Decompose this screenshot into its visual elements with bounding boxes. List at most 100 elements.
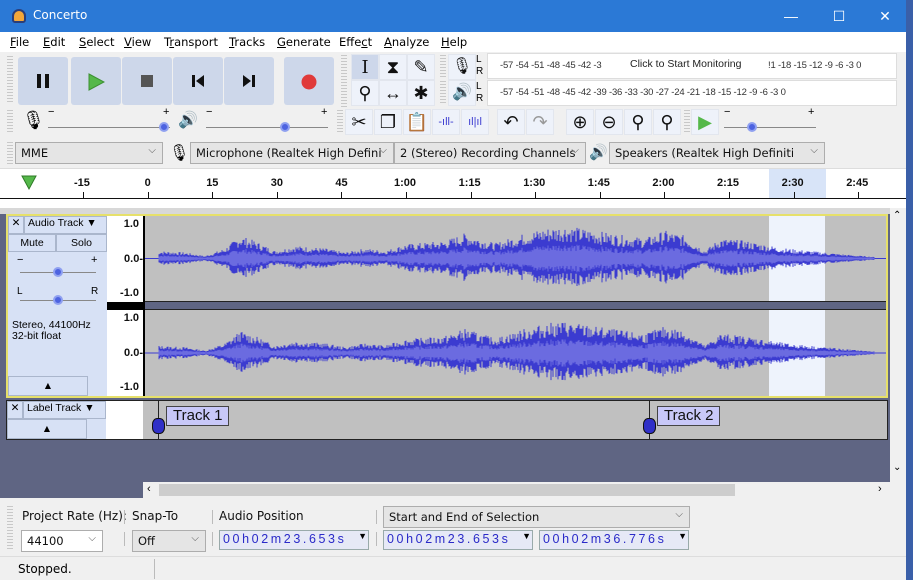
close-track-button[interactable]: ✕ (8, 216, 24, 234)
label-1-handle[interactable] (152, 418, 165, 434)
record-button[interactable] (284, 57, 334, 105)
envelope-tool[interactable]: ⧗ (379, 54, 407, 80)
playback-meter[interactable]: L R -57 -54 -51 -48 -45 -42 -39 -36 -33 … (476, 80, 897, 106)
playback-device-select[interactable]: Speakers (Realtek High Definiti ⌵ (609, 142, 825, 164)
scale-zero-label: 0.0- (124, 347, 143, 359)
menu-tracks[interactable]: Tracks (229, 35, 265, 49)
label-2-handle[interactable] (643, 418, 656, 434)
cut-button[interactable]: ✂ (345, 109, 373, 135)
dropdown-triangle-icon[interactable]: ▼ (358, 531, 367, 541)
menu-file[interactable]: File (10, 35, 29, 49)
copy-button[interactable]: ❐ (374, 109, 402, 135)
menu-view[interactable]: View (124, 35, 151, 49)
recording-channels-select[interactable]: 2 (Stereo) Recording Channels ⌵ (394, 142, 586, 164)
menu-generate[interactable]: Generate (277, 35, 331, 49)
snap-to-select[interactable]: Off ⌵ (132, 530, 206, 552)
skip-to-end-button[interactable] (224, 57, 274, 105)
zoom-tool[interactable]: ⚲ (351, 80, 379, 106)
maximize-button[interactable]: ☐ (816, 0, 862, 32)
right-channel-waveform[interactable] (145, 310, 886, 396)
toolbar-grip[interactable] (7, 56, 13, 104)
redo-button[interactable]: ↷ (526, 109, 554, 135)
scroll-right-icon[interactable]: › (878, 483, 882, 495)
mixer-grip[interactable] (7, 110, 13, 134)
pause-button[interactable] (18, 57, 68, 105)
selection-mode-select[interactable]: Start and End of Selection ⌵ (383, 506, 690, 528)
scroll-left-icon[interactable]: ‹ (147, 483, 151, 495)
project-rate-select[interactable]: 44100 ⌵ (21, 530, 103, 552)
audio-position-field[interactable]: 00h02m23.653s ▼ (219, 530, 369, 550)
trim-button[interactable]: -ıll- (432, 109, 460, 135)
record-meter[interactable]: L R -57 -54 -51 -48 -45 -42 -3 Click to … (476, 53, 897, 79)
play-button[interactable] (71, 57, 121, 105)
menu-help[interactable]: Help (441, 35, 467, 49)
tools-grip[interactable] (341, 55, 347, 107)
time-shift-tool[interactable]: ↔ (379, 80, 407, 106)
stop-button[interactable] (122, 57, 172, 105)
menu-transport[interactable]: Transport (164, 35, 218, 49)
play-at-speed-button[interactable]: ▶ (691, 109, 719, 135)
selection-toolbar: Project Rate (Hz): Snap-To Audio Positio… (0, 498, 906, 556)
collapse-track-button[interactable]: ▲ (8, 376, 88, 396)
vertical-scrollbar[interactable]: ⌃ ⌄ (890, 208, 906, 482)
edit-grip[interactable] (337, 110, 343, 134)
recording-device-select[interactable]: Microphone (Realtek High Defini ⌵ (190, 142, 394, 164)
play-at-speed-grip[interactable] (684, 110, 690, 134)
record-volume-thumb[interactable] (158, 122, 169, 132)
zoom-out-button[interactable]: ⊖ (595, 109, 623, 135)
silence-button[interactable]: ıl|ıl (461, 109, 489, 135)
play-head-icon[interactable] (20, 174, 38, 192)
gain-slider-thumb[interactable] (53, 267, 63, 277)
solo-button[interactable]: Solo (56, 234, 107, 252)
selection-toolbar-grip[interactable] (7, 506, 13, 550)
audio-host-select[interactable]: MME ⌵ (15, 142, 163, 164)
dropdown-triangle-icon[interactable]: ▼ (522, 531, 531, 541)
horizontal-scrollbar[interactable]: ‹ › (143, 482, 890, 498)
left-channel-waveform[interactable] (145, 216, 886, 301)
timeline-ruler[interactable]: -15 0 15 30 45 1:00 1:15 1:30 1:45 2:00 2:15 2:30 2:… (0, 168, 906, 208)
minimize-button[interactable]: — (768, 0, 814, 32)
audio-track[interactable]: ✕ Audio Track ▼ Mute Solo − + L R Stereo… (6, 214, 888, 398)
meter-grip[interactable] (440, 81, 446, 103)
track-menu-button[interactable]: Label Track ▼ (23, 401, 106, 419)
menu-select[interactable]: Select (79, 35, 115, 49)
fit-selection-button[interactable]: ⚲ (624, 109, 652, 135)
scroll-up-icon[interactable]: ⌃ (893, 210, 901, 221)
mute-button[interactable]: Mute (8, 234, 56, 252)
dropdown-triangle-icon[interactable]: ▼ (678, 531, 687, 541)
separator (212, 532, 213, 546)
close-button[interactable]: ✕ (862, 0, 908, 32)
menu-analyze[interactable]: Analyze (384, 35, 429, 49)
skip-to-start-button[interactable] (173, 57, 223, 105)
start-monitoring-hint[interactable]: Click to Start Monitoring (628, 58, 744, 70)
close-track-button[interactable]: ✕ (7, 401, 23, 419)
meter-grip[interactable] (440, 55, 446, 77)
horizontal-scroll-thumb[interactable] (159, 484, 735, 496)
menu-edit[interactable]: Edit (43, 35, 65, 49)
selection-tool[interactable]: I (351, 54, 379, 80)
label-1[interactable]: Track 1 (166, 406, 230, 426)
device-grip[interactable] (7, 142, 13, 164)
selection-start-field[interactable]: 00h02m23.653s ▼ (383, 530, 533, 550)
record-volume-slider[interactable] (48, 127, 170, 128)
record-meter-button[interactable]: 🎙 (448, 54, 476, 80)
i-beam-icon: I (361, 57, 369, 78)
playback-volume-slider[interactable] (206, 127, 328, 128)
label-track[interactable]: ✕ Label Track ▼ ▲ Track 1 Track 2 (6, 400, 888, 440)
selection-end-field[interactable]: 00h02m36.776s ▼ (539, 530, 689, 550)
menu-effect[interactable]: Effect (339, 35, 372, 49)
draw-tool[interactable]: ✎ (407, 54, 435, 80)
playback-meter-button[interactable]: 🔊 (448, 80, 476, 106)
track-menu-button[interactable]: Audio Track ▼ (24, 216, 107, 234)
collapse-track-button[interactable]: ▲ (7, 419, 87, 439)
undo-button[interactable]: ↶ (497, 109, 525, 135)
zoom-in-button[interactable]: ⊕ (566, 109, 594, 135)
multi-tool[interactable]: ✱ (407, 80, 435, 106)
play-at-speed-thumb[interactable] (746, 122, 757, 132)
label-2[interactable]: Track 2 (657, 406, 721, 426)
pan-slider-thumb[interactable] (53, 295, 63, 305)
fit-project-button[interactable]: ⚲ (653, 109, 681, 135)
scroll-down-icon[interactable]: ⌄ (893, 462, 901, 473)
paste-button[interactable]: 📋 (403, 109, 431, 135)
play-at-speed-slider[interactable] (724, 127, 816, 128)
